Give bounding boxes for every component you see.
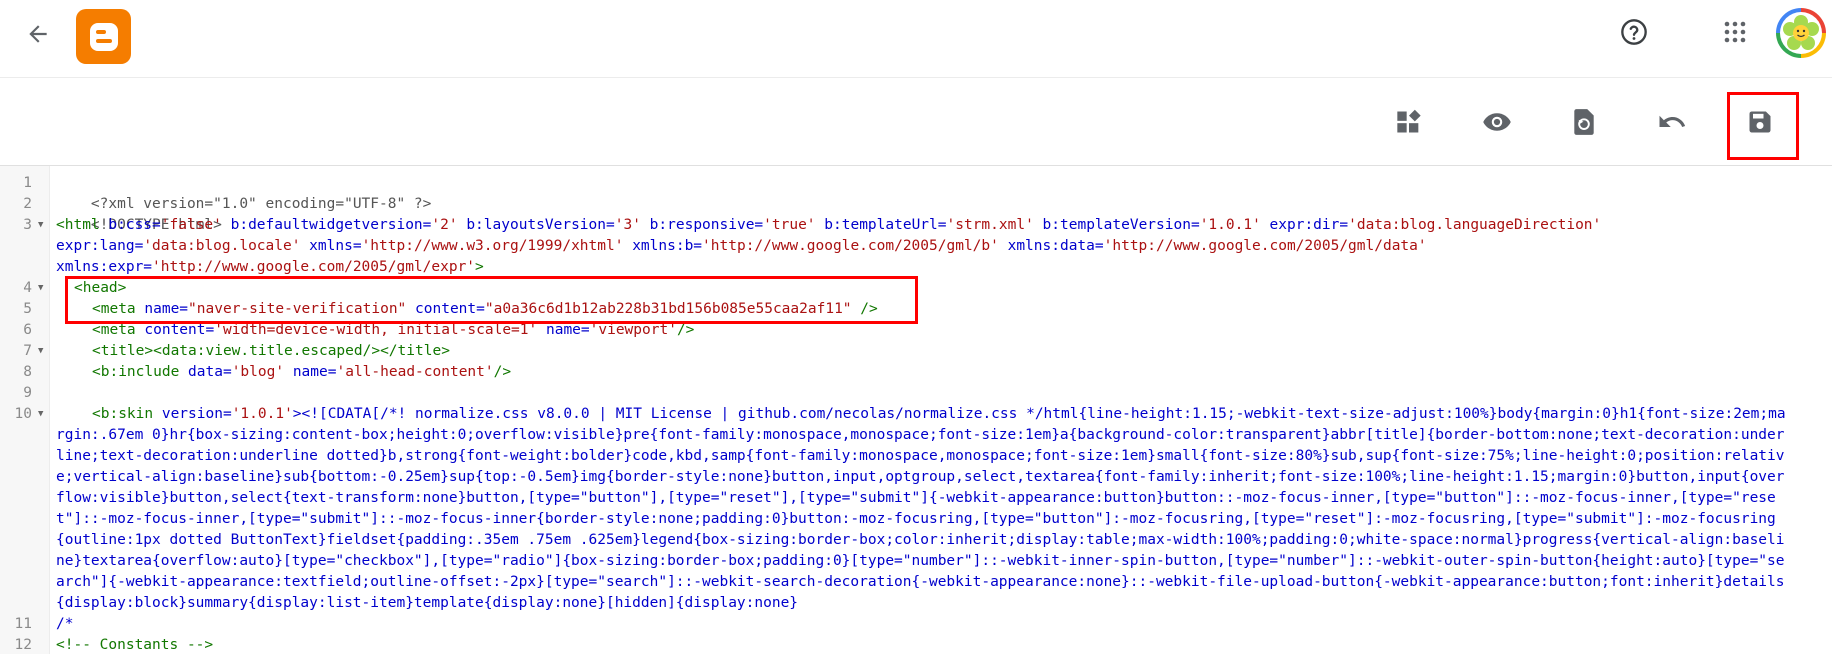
code-token: data= (179, 364, 232, 380)
code-token: content= (135, 322, 215, 338)
code-token: 'http://www.google.com/2005/gml/b' (702, 238, 999, 254)
code-token: '1.0.1' (231, 406, 293, 422)
line-number: 6 (23, 322, 32, 338)
layout-widgets-icon (1397, 109, 1421, 133)
code-line: <?xml version="1.0" encoding="UTF-8" ?> (56, 173, 431, 212)
code-token: '3' (614, 217, 641, 233)
code-token: name= (537, 322, 590, 338)
line-number: 10 (14, 406, 32, 422)
preview-button[interactable] (1475, 100, 1519, 144)
line-number: 1 (23, 175, 32, 191)
code-token: name= (284, 364, 337, 380)
line-number: 8 (23, 364, 32, 380)
code-line: <b:include data='blog' name='all-head-co… (92, 362, 511, 383)
fold-arrow-icon[interactable]: ▼ (38, 404, 43, 425)
line-number: 4 (23, 280, 32, 296)
help-circle-icon (1621, 19, 1647, 45)
avatar-image (1780, 12, 1822, 54)
fold-arrow-icon[interactable]: ▼ (38, 341, 43, 362)
line-number: 5 (23, 301, 32, 317)
code-token: b:templateUrl= (815, 217, 947, 233)
account-avatar[interactable] (1776, 8, 1826, 58)
line-number: 11 (14, 616, 32, 632)
blogger-b-icon (89, 22, 118, 51)
skin-css-block: <b:skin version='1.0.1'><![CDATA[/*! nor… (56, 404, 1786, 614)
code-token: /> (676, 322, 695, 338)
code-token: 'http://www.google.com/2005/gml/data' (1103, 238, 1427, 254)
code-token: b:defaultwidgetversion= (221, 217, 432, 233)
blogger-logo[interactable] (76, 9, 131, 64)
code-token: xmlns= (300, 238, 362, 254)
code-token: b:layoutsVersion= (457, 217, 615, 233)
code-token: expr:dir= (1260, 217, 1349, 233)
code-token: 'width=device-width, initial-scale=1' (214, 322, 538, 338)
title-tag: <title><data:view.title.escaped/></title… (92, 343, 450, 359)
code-token: 'http://www.google.com/2005/gml/expr' (152, 259, 476, 275)
code-token: version= (153, 406, 232, 422)
code-token: xmlns:expr= (56, 259, 153, 275)
line-number: 9 (23, 385, 32, 401)
code-token: 'data:blog.locale' (143, 238, 301, 254)
code-token: /> (493, 364, 512, 380)
code-line: <title><data:view.title.escaped/></title… (92, 341, 450, 362)
code-token: /* (56, 616, 74, 632)
code-token: 'strm.xml' (946, 217, 1034, 233)
meta-tag-highlight (65, 276, 918, 324)
help-button[interactable] (1614, 12, 1654, 52)
code-token: ><![CDATA[/*! normalize.css v8.0.0 | MIT… (56, 406, 1786, 611)
back-button[interactable] (18, 14, 58, 54)
code-token: xmlns:data= (998, 238, 1104, 254)
code-token: xmlns:b= (623, 238, 703, 254)
code-token: '2' (431, 217, 458, 233)
code-token: 'data:blog.languageDirection' (1348, 217, 1602, 233)
line-number: 12 (14, 637, 32, 653)
editor-toolbar (0, 78, 1832, 166)
code-line: <!-- Constants --> (56, 635, 213, 654)
code-token: '1.0.1' (1199, 217, 1261, 233)
undo-icon (1659, 115, 1686, 127)
code-token: <meta (92, 322, 136, 338)
line-number-gutter: 1 2 3 ▼ 4 ▼ 5 6 7 ▼ 8 9 10 ▼ 11 12 (0, 166, 50, 654)
code-token: 'true' (763, 217, 816, 233)
code-line: <html b:css='false' b:defaultwidgetversi… (56, 215, 1601, 236)
code-token: 'http://www.w3.org/1999/xhtml' (361, 238, 624, 254)
code-token: <html (56, 217, 100, 233)
code-token: 'all-head-content' (336, 364, 494, 380)
fold-arrow-icon[interactable]: ▼ (38, 215, 43, 236)
code-token: expr:lang= (56, 238, 144, 254)
undo-button[interactable] (1650, 100, 1694, 144)
line-number: 7 (23, 343, 32, 359)
apps-grid-icon (1724, 21, 1746, 43)
code-line: /* (56, 614, 73, 635)
code-token: <b:include (92, 364, 180, 380)
code-token: b:css= (99, 217, 161, 233)
code-token: 'blog' (231, 364, 285, 380)
line-number: 3 (23, 217, 32, 233)
layout-button[interactable] (1387, 100, 1431, 144)
revert-button[interactable] (1562, 100, 1606, 144)
google-apps-button[interactable] (1715, 12, 1755, 52)
code-token: b:templateVersion= (1033, 217, 1200, 233)
template-code-editor[interactable]: 1 2 3 ▼ 4 ▼ 5 6 7 ▼ 8 9 10 ▼ 11 12 <?xml… (0, 166, 1832, 654)
line-number: 2 (23, 196, 32, 212)
app-bar (0, 0, 1832, 78)
revert-page-icon (1574, 109, 1594, 135)
save-button-highlight (1727, 92, 1799, 160)
eye-preview-icon (1483, 113, 1511, 131)
code-token: <b:skin (92, 406, 154, 422)
flower-avatar-icon (1783, 15, 1819, 50)
code-line-wrap: expr:lang='data:blog.locale' xmlns='http… (56, 236, 1427, 257)
code-token: b:responsive= (640, 217, 764, 233)
code-comment: <!-- Constants --> (56, 637, 214, 653)
code-token: > (475, 259, 484, 275)
arrow-left-icon (29, 25, 47, 43)
code-token: 'false' (160, 217, 222, 233)
code-line: <!DOCTYPE html> (56, 194, 222, 233)
code-line-wrap: xmlns:expr='http://www.google.com/2005/g… (56, 257, 484, 278)
fold-arrow-icon[interactable]: ▼ (38, 278, 43, 299)
code-token: 'viewport' (589, 322, 677, 338)
